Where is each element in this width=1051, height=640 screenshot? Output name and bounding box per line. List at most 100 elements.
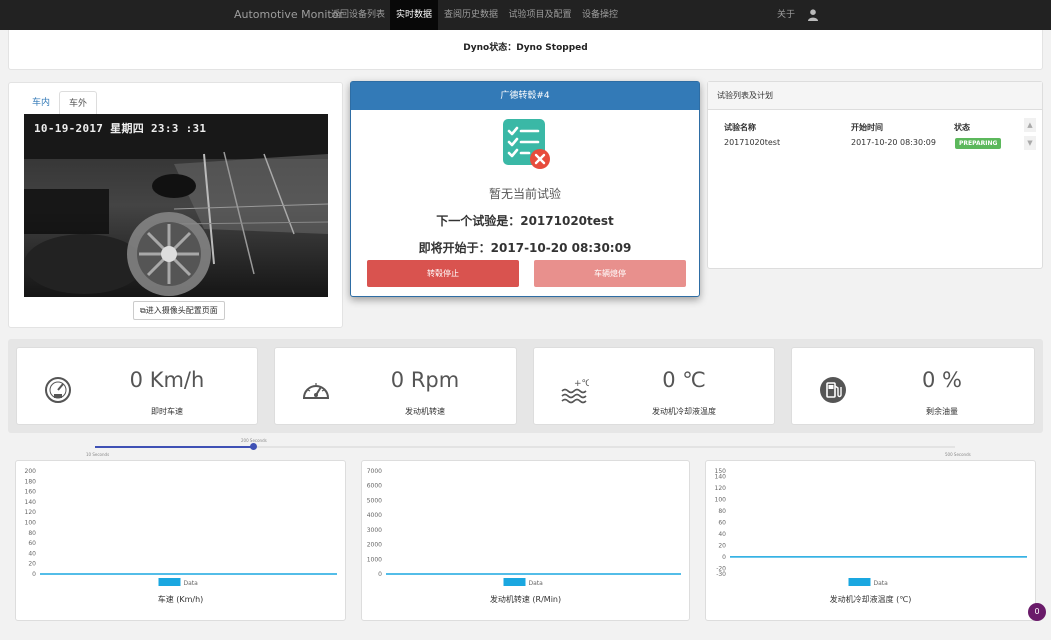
fuel-icon: [820, 377, 846, 403]
test-list-panel: 试验列表及计划 试验名称 开始时间 状态 20171020test 2017-1…: [707, 81, 1043, 269]
col-test-name: 试验名称: [724, 123, 756, 132]
test-row-start: 2017-10-20 08:30:09: [851, 138, 936, 147]
scroll-down-icon[interactable]: ▼: [1024, 136, 1036, 150]
camera-panel: 车内 车外 10-19-2017 星期四 23:3:31 ⧉进入摄像头配置页面: [8, 82, 343, 328]
timeline-left-label: 10 Seconds: [86, 452, 110, 457]
y-tick-label: 20: [718, 542, 726, 549]
y-tick-label: 80: [28, 530, 36, 537]
coolant-temp-icon: +℃: [561, 379, 589, 404]
test-list-header: 试验列表及计划: [708, 82, 1042, 110]
y-tick-label: 120: [25, 509, 37, 516]
y-tick-label: 0: [32, 571, 36, 578]
legend-label: Data: [184, 580, 199, 587]
nav-device-control[interactable]: 设备操控: [578, 0, 622, 30]
status-badge: PREPARING: [955, 138, 1002, 149]
gauge-coolant: +℃ 0 ℃ 发动机冷却液温度: [533, 347, 775, 425]
chart-speed: 0 20 40 60 80 100 120 140 160 180 200 Data 车速 (Km/h): [15, 460, 346, 621]
y-tick-label: 40: [28, 550, 36, 557]
stop-vehicle-button[interactable]: 车辆熄停: [534, 260, 686, 287]
nav-test-config[interactable]: 试验项目及配置: [504, 0, 576, 30]
y-tick-label: -20: [716, 565, 726, 572]
col-status: 状态: [954, 123, 970, 132]
test-row-name[interactable]: 20171020test: [724, 138, 780, 147]
gauge-rpm: 0 Rpm 发动机转速: [274, 347, 517, 425]
y-tick-label: 140: [25, 499, 37, 506]
chart-coolant: -30 -20 0 20 40 60 80 100 120 140 150 Data 发动机冷却液温度 …: [705, 460, 1036, 621]
user-icon[interactable]: [808, 9, 818, 21]
camera-timestamp: 10-19-2017 星期四 23:3 :31: [34, 122, 207, 135]
scroll-up-icon[interactable]: ▲: [1024, 118, 1036, 132]
gauge-speed: 0 Km/h 即时车速: [16, 347, 258, 425]
timeline-right-label: 500 Seconds: [945, 452, 971, 457]
legend-swatch: [848, 578, 871, 586]
no-current-test-text: 暂无当前试验: [488, 187, 561, 201]
timeline-slider-fill: [95, 446, 253, 448]
legend-swatch: [158, 578, 181, 586]
rpm-value: 0 Rpm: [390, 368, 460, 392]
y-tick-label: 160: [25, 489, 37, 496]
fuel-value: 0 %: [922, 368, 962, 392]
chart-svg: -30-20020406080100120140150Data发动机冷却液温度 …: [715, 468, 1027, 604]
no-test-checklist-icon: [503, 119, 550, 169]
y-tick-label: 3000: [367, 527, 382, 534]
chart-title: 发动机转速 (R/Min): [490, 594, 561, 604]
y-tick-label: 1000: [367, 556, 382, 563]
y-tick-label: 100: [715, 497, 727, 504]
y-tick-label: 0: [722, 554, 726, 561]
camera-config-button[interactable]: ⧉进入摄像头配置页面: [133, 301, 225, 320]
legend-swatch: [503, 578, 526, 586]
legend-label: Data: [529, 580, 544, 587]
speedometer-icon: [45, 377, 71, 403]
chart-svg: 0 1000 2000 3000 4000 5000 6000 7000 Data 发动机转速 (…: [367, 468, 681, 604]
chart-title: 发动机冷却液温度 (℃): [830, 594, 912, 604]
y-tick-label: 120: [715, 485, 727, 492]
y-tick-label: 40: [718, 531, 726, 538]
camera-config-label: 进入摄像头配置页面: [145, 306, 218, 315]
coolant-label: 发动机冷却液温度: [652, 407, 716, 416]
nav-device-list[interactable]: 返回设备列表: [327, 0, 389, 30]
tab-in-car[interactable]: 车内: [23, 91, 59, 115]
y-tick-label: 4000: [367, 512, 382, 519]
gauge-row: 0 Km/h 即时车速 0 Rpm 发动机转速 +℃ 0 ℃ 发动机冷却液温度: [8, 339, 1043, 433]
y-tick-label: 6000: [367, 483, 382, 490]
y-tick-label: 20: [28, 561, 36, 568]
y-tick-label: 150: [715, 468, 727, 475]
timeline-handle-label: 200 Seconds: [241, 438, 267, 443]
camera-feed: 10-19-2017 星期四 23:3 :31: [24, 114, 328, 297]
gauge-fuel: 0 % 剩余油量: [791, 347, 1035, 425]
chart-title: 车速 (Km/h): [158, 594, 204, 604]
next-test-start-text: 即将开始于：2017-10-20 08:30:09: [418, 241, 632, 255]
current-test-header: 广德转毂#4: [351, 82, 699, 110]
current-test-panel: 广德转毂#4 暂无当前试验 下一个试验是：20171020test 即将开始于：…: [350, 81, 700, 297]
y-tick-label: 2000: [367, 542, 382, 549]
tab-out-car[interactable]: 车外: [59, 91, 98, 115]
top-navbar: Automotive Monitor 返回设备列表 实时数据 查阅历史数据 试验…: [0, 0, 1051, 30]
dyno-status-text: Dyno状态：Dyno Stopped: [463, 43, 588, 53]
y-tick-label: 7000: [367, 468, 382, 475]
notification-count-button[interactable]: 0: [1028, 603, 1046, 621]
svg-text:+℃: +℃: [574, 379, 589, 389]
y-tick-label: 5000: [367, 497, 382, 504]
nav-about[interactable]: 关于: [772, 0, 800, 30]
y-tick-label: 100: [25, 520, 37, 527]
y-tick-label: 60: [28, 540, 36, 547]
next-test-text: 下一个试验是：20171020test: [436, 214, 614, 228]
y-tick-label: 200: [25, 468, 37, 475]
speed-value: 0 Km/h: [129, 368, 205, 392]
col-start-time: 开始时间: [851, 123, 883, 132]
camera-tabs: 车内 车外: [23, 91, 98, 115]
dyno-status-panel: Dyno状态：Dyno Stopped: [8, 30, 1043, 70]
chart-svg: 0 20 40 60 80 100 120 140 160 180 200 Data 车速 (Km/h): [25, 468, 337, 604]
coolant-value: 0 ℃: [662, 368, 706, 392]
chart-rpm: 0 1000 2000 3000 4000 5000 6000 7000 Data 发动机转速 (…: [361, 460, 690, 621]
rpm-label: 发动机转速: [405, 407, 445, 416]
timeline-slider-handle[interactable]: [250, 443, 257, 450]
legend-label: Data: [874, 580, 889, 587]
nav-history[interactable]: 查阅历史数据: [440, 0, 502, 30]
nav-realtime[interactable]: 实时数据: [390, 0, 438, 30]
camera-feed-image: [24, 114, 328, 297]
stop-roller-button[interactable]: 转毂停止: [367, 260, 519, 287]
tachometer-icon: [302, 383, 330, 399]
y-tick-label: 0: [378, 571, 382, 578]
y-tick-label: 80: [718, 508, 726, 515]
